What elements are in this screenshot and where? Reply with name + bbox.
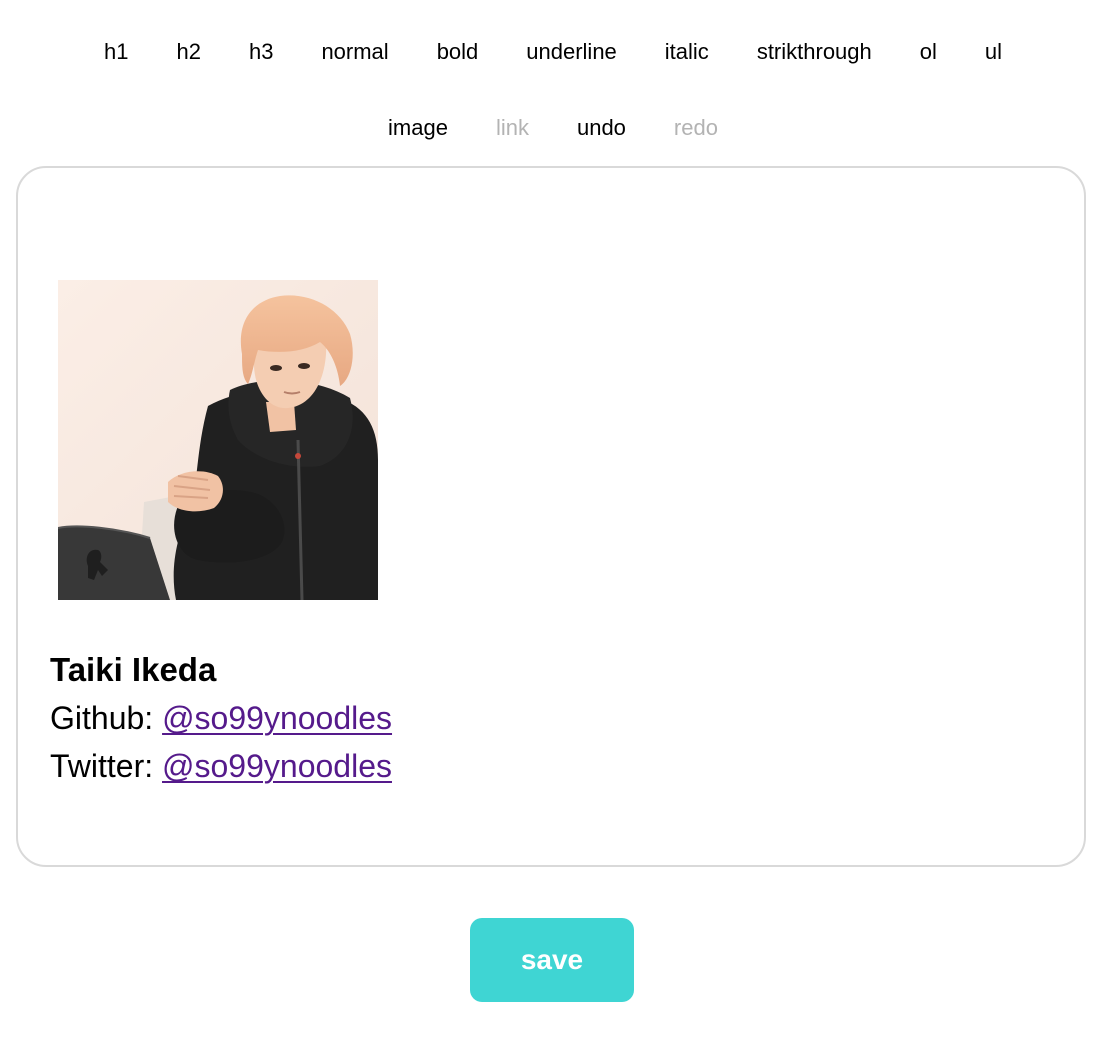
- github-line: Github: @so99ynoodles: [50, 696, 392, 740]
- strikethrough-button[interactable]: strikthrough: [757, 34, 872, 70]
- bold-button[interactable]: bold: [437, 34, 479, 70]
- github-link[interactable]: @so99ynoodles: [162, 700, 392, 736]
- normal-button[interactable]: normal: [321, 34, 388, 70]
- twitter-link[interactable]: @so99ynoodles: [162, 748, 392, 784]
- redo-button[interactable]: redo: [674, 110, 718, 146]
- github-label: Github:: [50, 700, 163, 736]
- profile-name: Taiki Ikeda: [50, 651, 217, 688]
- twitter-label: Twitter:: [50, 748, 163, 784]
- toolbar-row-formatting: h1 h2 h3 normal bold underline italic st…: [0, 34, 1106, 70]
- italic-button[interactable]: italic: [665, 34, 709, 70]
- toolbar-row-insert: image link undo redo: [0, 110, 1106, 146]
- twitter-line: Twitter: @so99ynoodles: [50, 744, 392, 788]
- save-button[interactable]: save: [470, 918, 634, 1002]
- h2-button[interactable]: h2: [176, 34, 200, 70]
- rich-text-editor[interactable]: Taiki Ikeda Github: @so99ynoodles Twitte…: [16, 166, 1086, 867]
- profile-photo: [58, 280, 378, 600]
- link-button[interactable]: link: [496, 110, 529, 146]
- unordered-list-button[interactable]: ul: [985, 34, 1002, 70]
- image-button[interactable]: image: [388, 110, 448, 146]
- undo-button[interactable]: undo: [577, 110, 626, 146]
- underline-button[interactable]: underline: [526, 34, 617, 70]
- ordered-list-button[interactable]: ol: [920, 34, 937, 70]
- h1-button[interactable]: h1: [104, 34, 128, 70]
- h3-button[interactable]: h3: [249, 34, 273, 70]
